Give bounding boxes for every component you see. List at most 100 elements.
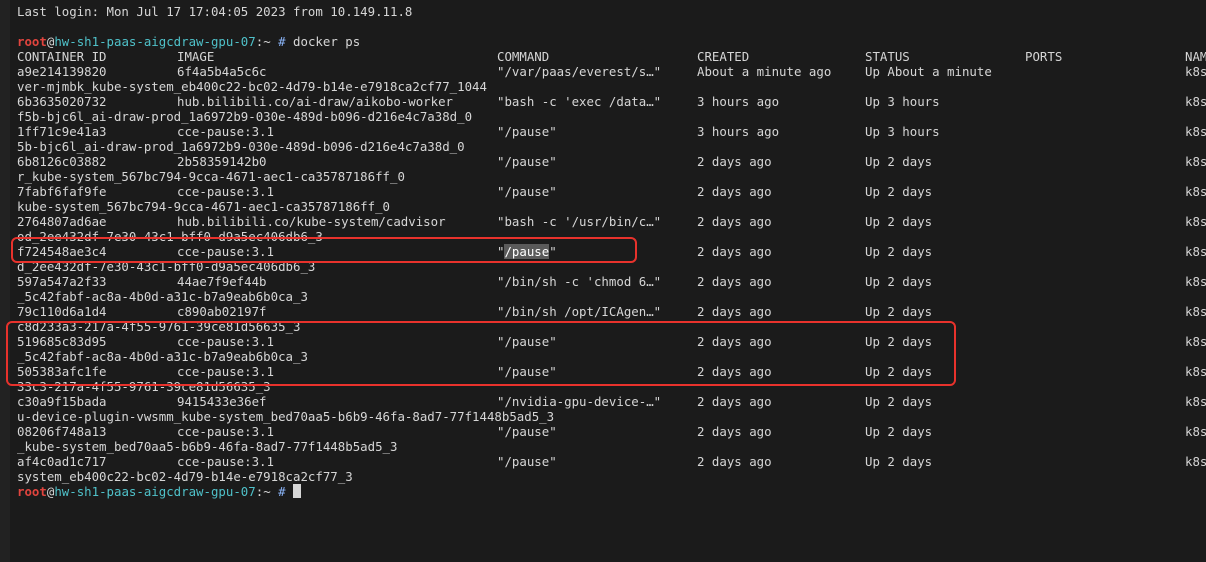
row-names-wrap: r_kube-system_567bc794-9cca-4671-aec1-ca… <box>17 169 405 184</box>
image: hub.bilibili.co/ai-draw/aikobo-worker <box>177 94 454 109</box>
created: 2 days ago <box>697 154 772 169</box>
table-row: 7fabf6faf9fe cce-pause:3.1 "/pause" 2 da… <box>17 184 1206 199</box>
status: Up 2 days <box>865 304 933 319</box>
image: cce-pause:3.1 <box>177 424 274 439</box>
header-status: STATUS <box>865 49 910 64</box>
command: "/bin/sh -c 'chmod 6…" <box>497 274 662 289</box>
status: Up 2 days <box>865 454 933 469</box>
image: 44ae7f9ef44b <box>177 274 267 289</box>
created: 3 hours ago <box>697 124 780 139</box>
created: About a minute ago <box>697 64 832 79</box>
container-id: 08206f748a13 <box>17 424 107 439</box>
annotation-box-single-row <box>11 237 637 263</box>
table-row: af4c0ad1c717 cce-pause:3.1 "/pause" 2 da… <box>17 454 1206 469</box>
names: k8s <box>1185 124 1206 139</box>
image: 6f4a5b4a5c6c <box>177 64 267 79</box>
row-names-wrap: _5c42fabf-ac8a-4b0d-a31c-b7a9eab6b0ca_3 <box>17 289 308 304</box>
row-names-wrap: _kube-system_bed70aa5-b6b9-46fa-8ad7-77f… <box>17 439 398 454</box>
status: Up 2 days <box>865 154 933 169</box>
status: Up 2 days <box>865 274 933 289</box>
names: k8s <box>1185 274 1206 289</box>
created: 2 days ago <box>697 424 772 439</box>
row-names-wrap: 5b-bjc6l_ai-draw-prod_1a6972b9-030e-489d… <box>17 139 465 154</box>
names: k8s <box>1185 334 1206 349</box>
table-row: 597a547a2f33 44ae7f9ef44b "/bin/sh -c 'c… <box>17 274 1206 289</box>
names: k8s <box>1185 304 1206 319</box>
image: c890ab02197f <box>177 304 267 319</box>
command: "/pause" <box>497 154 557 169</box>
container-id: 2764807ad6ae <box>17 214 107 229</box>
command: "/pause" <box>497 124 557 139</box>
table-row: a9e214139820 6f4a5b4a5c6c "/var/paas/eve… <box>17 64 1206 79</box>
names: k8s <box>1185 214 1206 229</box>
command: "/pause" <box>497 424 557 439</box>
table-row: 6b8126c03882 2b58359142b0 "/pause" 2 day… <box>17 154 1206 169</box>
created: 2 days ago <box>697 244 772 259</box>
command: "/bin/sh /opt/ICAgen…" <box>497 304 662 319</box>
header-image: IMAGE <box>177 49 215 64</box>
terminal-cursor[interactable] <box>293 484 302 498</box>
table-row: 08206f748a13 cce-pause:3.1 "/pause" 2 da… <box>17 424 1206 439</box>
prompt-line: root@hw-sh1-paas-aigcdraw-gpu-07:~ # doc… <box>17 34 360 49</box>
command: "bash -c 'exec /data…" <box>497 94 662 109</box>
container-id: 6b3635020732 <box>17 94 107 109</box>
container-id: 1ff71c9e41a3 <box>17 124 107 139</box>
created: 3 hours ago <box>697 94 780 109</box>
command: "/pause" <box>497 184 557 199</box>
table-row: c30a9f15bada 9415433e36ef "/nvidia-gpu-d… <box>17 394 1206 409</box>
names: k8s <box>1185 424 1206 439</box>
terminal-window[interactable]: Last login: Mon Jul 17 17:04:05 2023 fro… <box>0 0 1206 562</box>
created: 2 days ago <box>697 274 772 289</box>
row-names-wrap: kube-system_567bc794-9cca-4671-aec1-ca35… <box>17 199 390 214</box>
annotation-box-multi-row <box>6 321 956 386</box>
table-row: 6b3635020732 hub.bilibili.co/ai-draw/aik… <box>17 94 1206 109</box>
container-id: af4c0ad1c717 <box>17 454 107 469</box>
container-id: 6b8126c03882 <box>17 154 107 169</box>
command: "/var/paas/everest/s…" <box>497 64 662 79</box>
image: hub.bilibili.co/kube-system/cadvisor <box>177 214 446 229</box>
table-row: 79c110d6a1d4 c890ab02197f "/bin/sh /opt/… <box>17 304 1206 319</box>
prompt-user: root <box>17 34 47 49</box>
names: k8s <box>1185 244 1206 259</box>
created: 2 days ago <box>697 184 772 199</box>
table-row: 1ff71c9e41a3 cce-pause:3.1 "/pause" 3 ho… <box>17 124 1206 139</box>
status: Up About a minute <box>865 64 992 79</box>
created: 2 days ago <box>697 454 772 469</box>
image: cce-pause:3.1 <box>177 454 274 469</box>
command: "/pause" <box>497 454 557 469</box>
header-container-id: CONTAINER ID <box>17 49 107 64</box>
names: k8s <box>1185 454 1206 469</box>
command: "/nvidia-gpu-device-…" <box>497 394 662 409</box>
names: k8s <box>1185 64 1206 79</box>
row-names-wrap: f5b-bjc6l_ai-draw-prod_1a6972b9-030e-489… <box>17 109 473 124</box>
prompt-line-active[interactable]: root@hw-sh1-paas-aigcdraw-gpu-07:~ # <box>17 484 302 499</box>
command: "bash -c '/usr/bin/c…" <box>497 214 662 229</box>
prompt-host: hw-sh1-paas-aigcdraw-gpu-07 <box>54 484 256 499</box>
row-names-wrap: system_eb400c22-bc02-4d79-b14e-e7918ca2c… <box>17 469 353 484</box>
container-id: c30a9f15bada <box>17 394 107 409</box>
created: 2 days ago <box>697 304 772 319</box>
status: Up 2 days <box>865 394 933 409</box>
prompt-hash: # <box>278 34 286 49</box>
image: 2b58359142b0 <box>177 154 267 169</box>
row-names-wrap: ver-mjmbk_kube-system_eb400c22-bc02-4d79… <box>17 79 487 94</box>
names: k8s <box>1185 154 1206 169</box>
prompt-user: root <box>17 484 47 499</box>
status: Up 2 days <box>865 424 933 439</box>
names: k8s <box>1185 184 1206 199</box>
table-header: CONTAINER ID IMAGE COMMAND CREATED STATU… <box>17 49 1206 64</box>
names: k8s <box>1185 94 1206 109</box>
row-names-wrap: u-device-plugin-vwsmm_kube-system_bed70a… <box>17 409 555 424</box>
image: cce-pause:3.1 <box>177 124 274 139</box>
header-created: CREATED <box>697 49 750 64</box>
prompt-path: :~ <box>255 34 279 49</box>
container-id: 79c110d6a1d4 <box>17 304 107 319</box>
status: Up 3 hours <box>865 124 940 139</box>
last-login-line: Last login: Mon Jul 17 17:04:05 2023 fro… <box>17 4 413 19</box>
created: 2 days ago <box>697 394 772 409</box>
image: cce-pause:3.1 <box>177 184 274 199</box>
header-ports: PORTS <box>1025 49 1063 64</box>
prompt-command: docker ps <box>285 34 361 49</box>
table-row: 2764807ad6ae hub.bilibili.co/kube-system… <box>17 214 1206 229</box>
status: Up 2 days <box>865 184 933 199</box>
